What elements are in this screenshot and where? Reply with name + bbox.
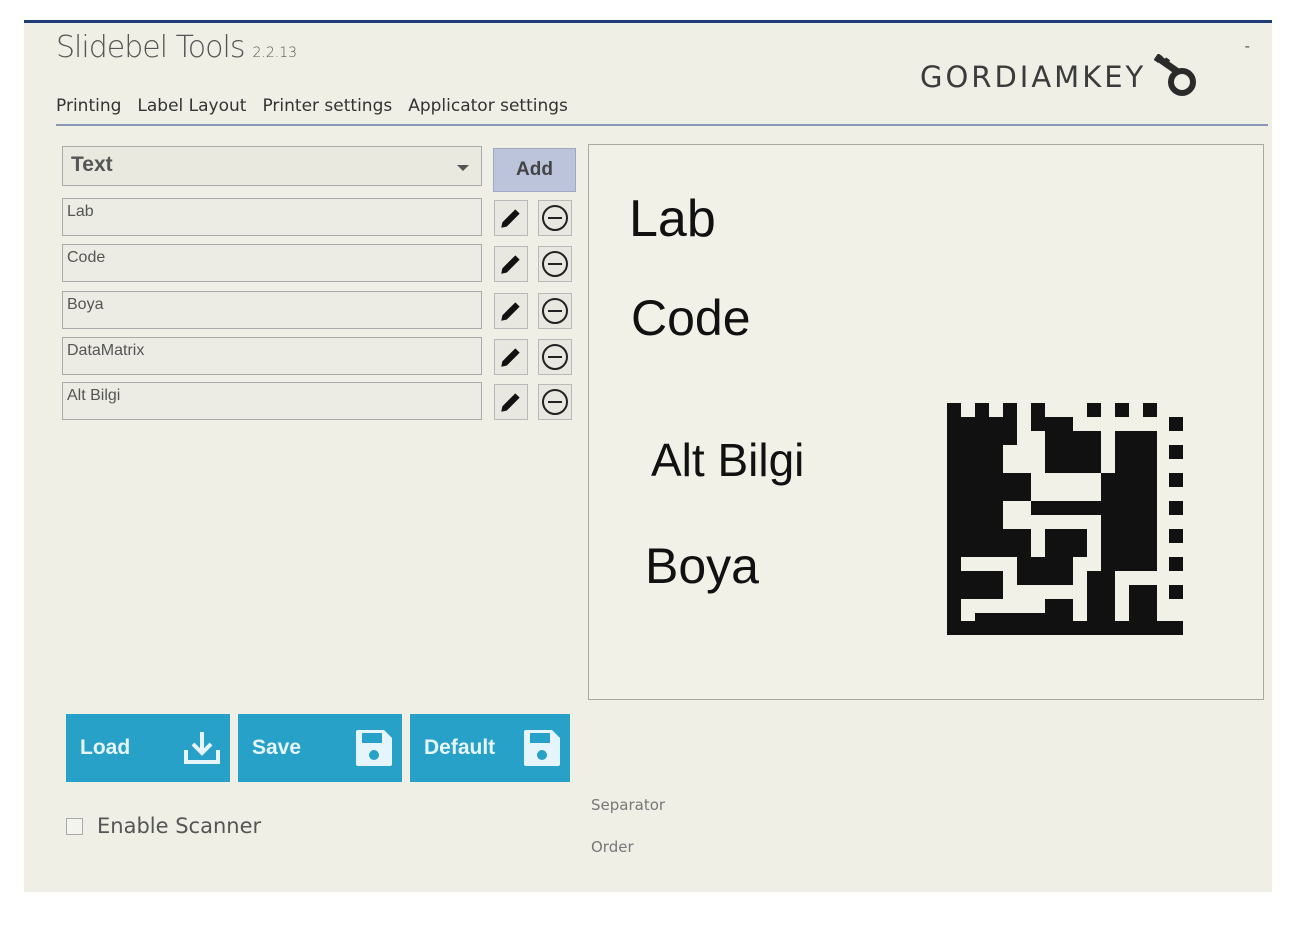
load-button-label: Load xyxy=(80,736,131,759)
enable-scanner-option[interactable]: Enable Scanner xyxy=(66,814,261,838)
tab-bar: Printing Label Layout Printer settings A… xyxy=(56,96,568,126)
preview-code-text[interactable]: Code xyxy=(631,289,751,347)
field-row: Boya xyxy=(62,291,602,329)
minus-circle-icon xyxy=(542,389,568,415)
app-title: Slidebel Tools 2.2.13 xyxy=(56,30,297,65)
pencil-icon xyxy=(501,255,520,274)
save-button[interactable]: Save xyxy=(238,714,402,782)
preview-boya-text[interactable]: Boya xyxy=(645,537,759,595)
remove-button[interactable] xyxy=(538,246,572,282)
remove-button[interactable] xyxy=(538,200,572,236)
label-preview: Lab Code Alt Bilgi Boya xyxy=(588,144,1264,700)
field-row: DataMatrix xyxy=(62,337,602,375)
tab-label-layout[interactable]: Label Layout xyxy=(137,96,247,126)
window-top-border xyxy=(24,20,1272,23)
default-button-label: Default xyxy=(424,736,496,759)
remove-button[interactable] xyxy=(538,293,572,329)
field-input[interactable]: Boya xyxy=(62,291,482,329)
floppy-disk-icon xyxy=(524,730,560,766)
pencil-icon xyxy=(501,393,520,412)
pencil-icon xyxy=(501,302,520,321)
save-button-label: Save xyxy=(252,736,302,759)
datamatrix-barcode[interactable] xyxy=(947,403,1183,635)
tab-divider xyxy=(56,124,1268,126)
minimize-button[interactable]: - xyxy=(1245,38,1250,56)
key-icon xyxy=(1154,54,1197,96)
pencil-icon xyxy=(501,209,520,228)
separator-label: Separator xyxy=(591,796,666,814)
add-button[interactable]: Add xyxy=(493,148,576,192)
remove-button[interactable] xyxy=(538,384,572,420)
remove-button[interactable] xyxy=(538,339,572,375)
pencil-icon xyxy=(501,348,520,367)
element-type-dropdown[interactable]: Text xyxy=(62,146,482,186)
field-input[interactable]: DataMatrix xyxy=(62,337,482,375)
order-label: Order xyxy=(591,838,634,856)
minus-circle-icon xyxy=(542,344,568,370)
preview-lab-text[interactable]: Lab xyxy=(629,189,716,249)
brand-logo: GORDIAMKEY xyxy=(920,54,1204,100)
chevron-down-icon xyxy=(457,165,469,171)
logo-text: GORDIAMKEY xyxy=(920,60,1147,94)
edit-button[interactable] xyxy=(494,339,528,375)
field-row: Alt Bilgi xyxy=(62,382,602,420)
field-input[interactable]: Lab xyxy=(62,198,482,236)
minus-circle-icon xyxy=(542,251,568,277)
enable-scanner-checkbox[interactable] xyxy=(66,817,83,835)
element-type-selected: Text xyxy=(71,153,113,176)
field-row: Lab xyxy=(62,198,602,236)
app-title-text: Slidebel Tools xyxy=(56,30,245,65)
download-icon xyxy=(184,732,220,764)
minus-circle-icon xyxy=(542,205,568,231)
load-button[interactable]: Load xyxy=(66,714,230,782)
app-window: Slidebel Tools 2.2.13 GORDIAMKEY - Printi… xyxy=(24,20,1272,892)
minus-circle-icon xyxy=(542,298,568,324)
tab-printing[interactable]: Printing xyxy=(56,96,121,126)
field-input[interactable]: Code xyxy=(62,244,482,282)
preview-alt-bilgi-text[interactable]: Alt Bilgi xyxy=(651,433,804,487)
tab-applicator-settings[interactable]: Applicator settings xyxy=(408,96,568,126)
edit-button[interactable] xyxy=(494,246,528,282)
enable-scanner-label: Enable Scanner xyxy=(97,814,262,838)
edit-button[interactable] xyxy=(494,200,528,236)
tab-printer-settings[interactable]: Printer settings xyxy=(262,96,392,126)
app-version: 2.2.13 xyxy=(252,45,298,61)
field-input[interactable]: Alt Bilgi xyxy=(62,382,482,420)
edit-button[interactable] xyxy=(494,384,528,420)
edit-button[interactable] xyxy=(494,293,528,329)
floppy-disk-icon xyxy=(356,730,392,766)
field-row: Code xyxy=(62,244,602,282)
default-button[interactable]: Default xyxy=(410,714,570,782)
